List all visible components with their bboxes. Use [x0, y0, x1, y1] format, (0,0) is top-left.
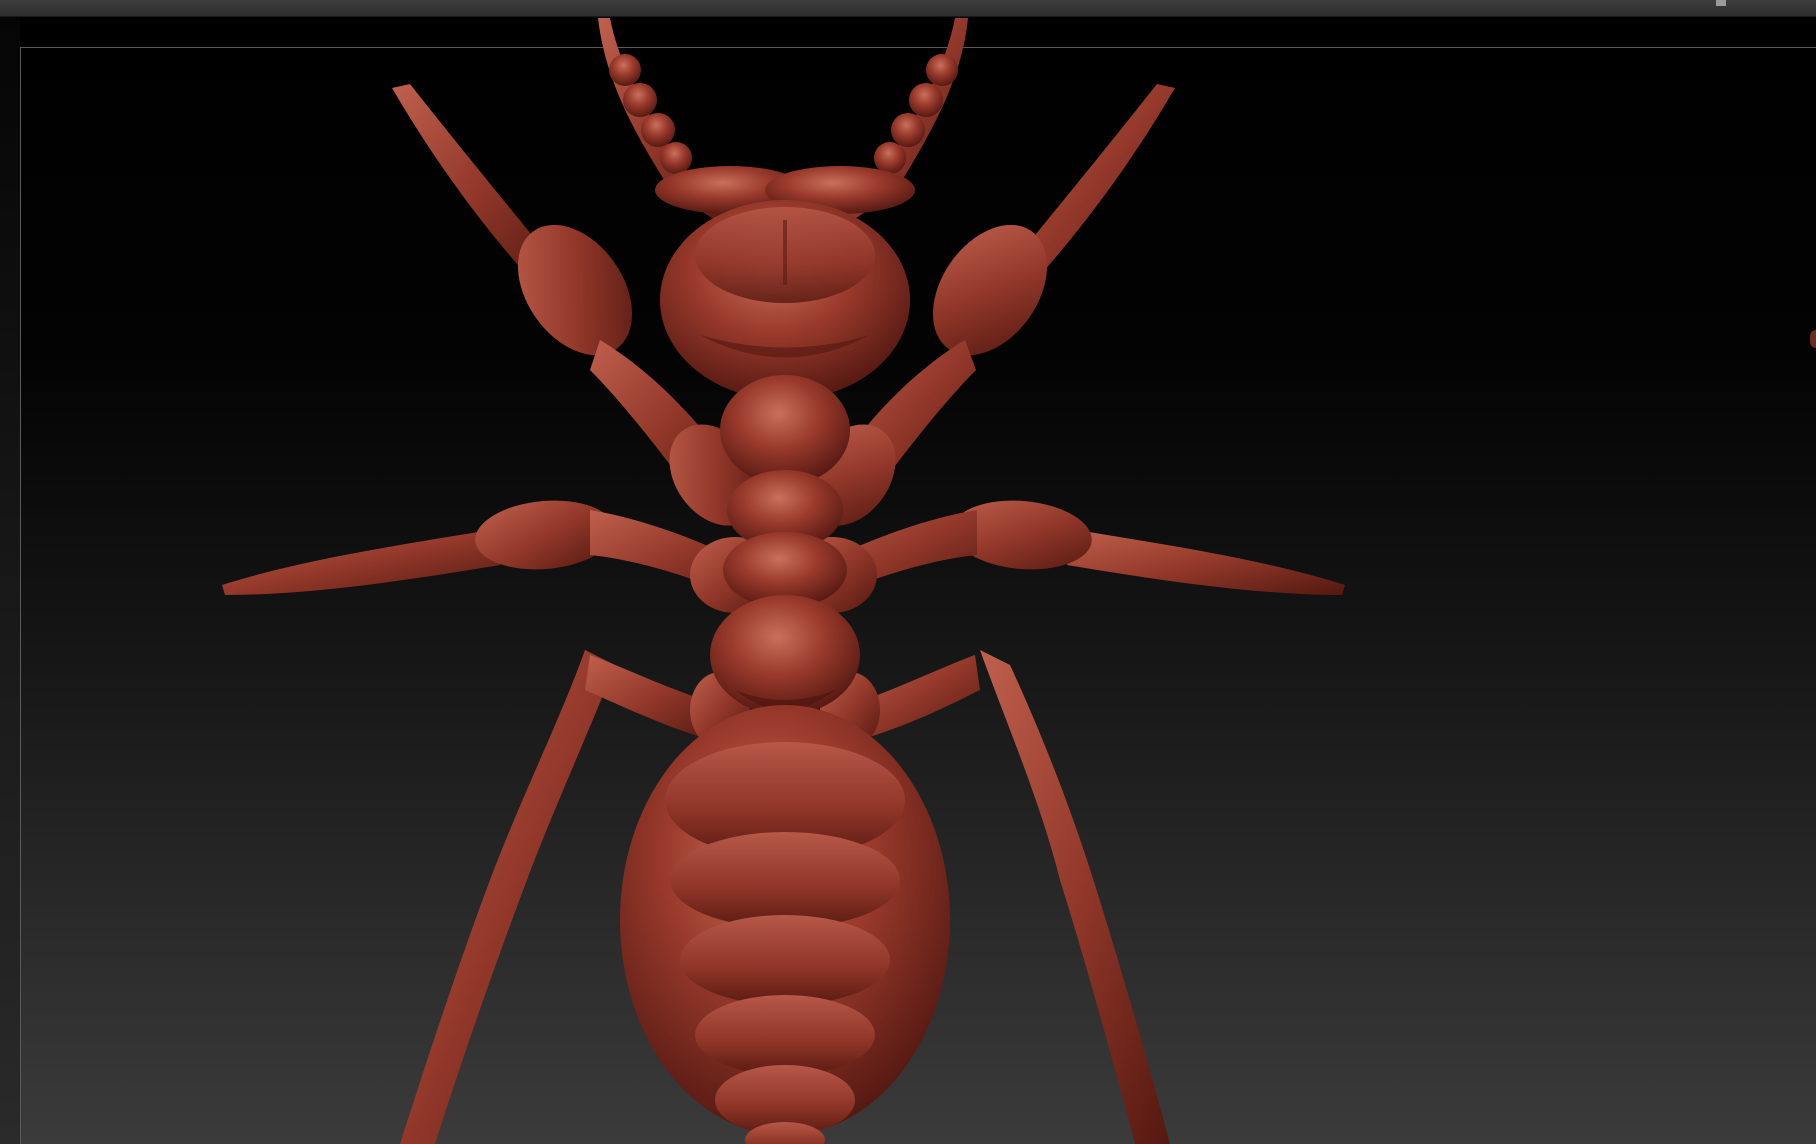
antenna-right: [655, 18, 968, 222]
sculpted-ant-model[interactable]: [0, 0, 1816, 1144]
middle-leg-right: [787, 500, 1345, 613]
ant-abdomen: [620, 705, 950, 1144]
zbrush-window: [0, 0, 1816, 1144]
offscreen-object-marker: [1810, 330, 1816, 348]
ant-head: [660, 200, 910, 400]
